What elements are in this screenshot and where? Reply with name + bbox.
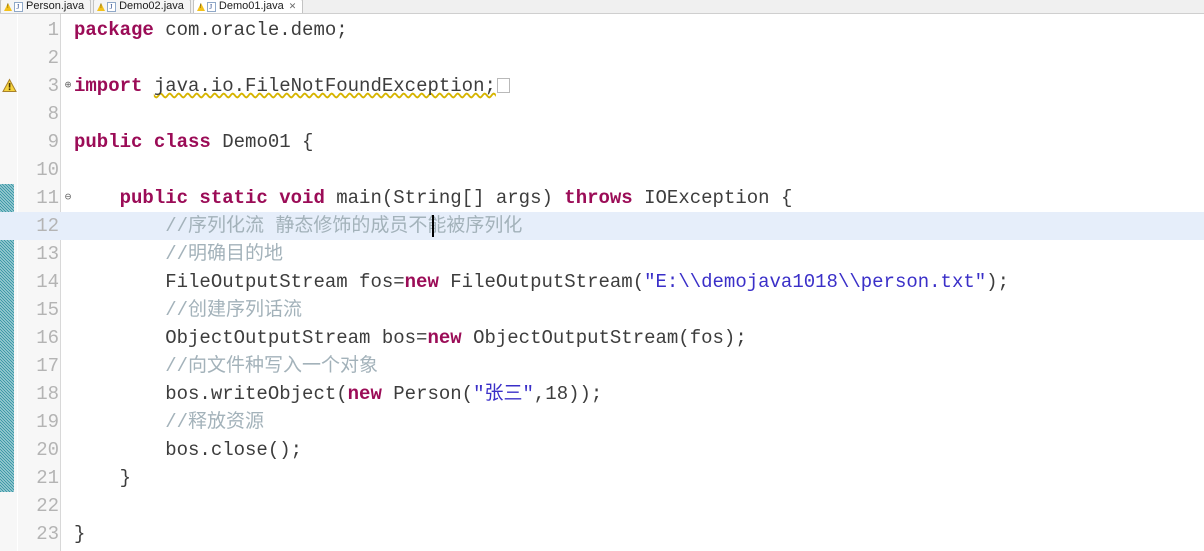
code-token-cmt: //序列化流 静态修饰的成员不能被序列化 — [74, 215, 523, 237]
code-line-text[interactable]: bos.writeObject(new Person("张三",18)); — [74, 380, 602, 408]
code-line-text[interactable]: public static void main(String[] args) t… — [74, 184, 793, 212]
line-number: 22 — [36, 495, 59, 517]
line-number: 14 — [36, 271, 59, 293]
warning-marker-icon[interactable] — [2, 78, 17, 93]
tab-icon-group — [196, 1, 216, 12]
code-line-row[interactable] — [0, 464, 1204, 492]
code-line-text[interactable]: //创建序列话流 — [74, 296, 302, 324]
code-line-row[interactable] — [0, 44, 1204, 72]
code-token-plain: ,18)); — [533, 383, 603, 405]
code-token-plain: bos.writeObject( — [74, 383, 348, 405]
fold-toggle-icon[interactable]: ⊖ — [62, 193, 74, 205]
warning-icon — [196, 2, 206, 11]
tab-label: Person.java — [26, 0, 85, 12]
code-line-text[interactable]: } — [74, 520, 85, 548]
code-line-text[interactable]: //释放资源 — [74, 408, 264, 436]
line-number: 17 — [36, 355, 59, 377]
editor-tab-demo01-java[interactable]: Demo01.java ✕ — [192, 0, 304, 13]
code-line-text[interactable]: //向文件种写入一个对象 — [74, 352, 378, 380]
code-token-kw: public static void — [119, 187, 337, 209]
warning-icon — [97, 2, 106, 11]
line-number: 13 — [36, 243, 59, 265]
code-line-text[interactable]: FileOutputStream fos=new FileOutputStrea… — [74, 268, 1009, 296]
code-token-kw: throws — [564, 187, 645, 209]
tab-icon-group — [97, 1, 117, 12]
code-token-plain: ObjectOutputStream bos= — [74, 327, 428, 349]
code-token-cmt: //创建序列话流 — [74, 299, 303, 321]
line-number: 11 — [36, 187, 59, 209]
code-token-kw: new — [404, 271, 451, 293]
fold-toggle-icon[interactable]: ⊕ — [62, 81, 74, 93]
java-file-icon — [107, 1, 117, 12]
code-token-plain: com.oracle.demo; — [165, 19, 348, 41]
line-number: 9 — [47, 131, 59, 153]
code-line-row[interactable] — [0, 156, 1204, 184]
code-token-plain: Demo01 { — [222, 131, 314, 153]
code-token-kw: import — [74, 75, 154, 97]
code-editor[interactable]: 1 package com.oracle.demo; 2 3 ⊕ import java.… — [0, 14, 1204, 551]
code-line-text[interactable]: ObjectOutputStream bos=new ObjectOutputS… — [74, 324, 747, 352]
code-token-cmt: //明确目的地 — [74, 243, 284, 265]
code-line-text[interactable]: public class Demo01 { — [74, 128, 313, 156]
code-token-plain: ObjectOutputStream(fos); — [473, 327, 747, 349]
code-token-str: "张三" — [473, 383, 534, 405]
line-number: 18 — [36, 383, 59, 405]
code-token-plain: main(String[] args) — [336, 187, 565, 209]
code-token-plain: bos.close(); — [74, 439, 303, 461]
line-number: 2 — [47, 47, 59, 69]
code-token-kw: new — [347, 383, 394, 405]
code-token-plain: ); — [986, 271, 1009, 293]
editor-tab-person-java[interactable]: Person.java — [0, 0, 92, 13]
warning-icon — [4, 2, 13, 11]
java-file-icon — [14, 1, 23, 12]
code-token-plain: IOException { — [644, 187, 793, 209]
code-line-text[interactable]: package com.oracle.demo; — [74, 16, 348, 44]
code-token-plain: FileOutputStream( — [450, 271, 645, 293]
line-number: 10 — [36, 159, 59, 181]
code-line-text[interactable]: bos.close(); — [74, 436, 302, 464]
code-token-plain: } — [74, 467, 132, 489]
tab-icon-group — [4, 1, 23, 12]
tab-label: Demo01.java — [218, 0, 284, 12]
editor-tab-bar: Person.java Demo02.java Demo01.java ✕ — [0, 0, 1204, 14]
code-token-plain: FileOutputStream fos= — [74, 271, 405, 293]
text-caret — [432, 215, 434, 237]
code-line-row[interactable] — [0, 492, 1204, 520]
code-token-str: "E:\\demojava1018\\person.txt" — [644, 271, 987, 293]
line-number: 19 — [36, 411, 59, 433]
line-number: 12 — [36, 215, 59, 237]
line-number: 1 — [47, 19, 59, 41]
code-token-plain: java.io.FileNotFoundException; — [153, 75, 496, 97]
line-number: 20 — [36, 439, 59, 461]
line-number: 15 — [36, 299, 59, 321]
line-number: 8 — [47, 103, 59, 125]
code-token-cmt: //释放资源 — [74, 411, 265, 433]
line-number: 21 — [36, 467, 59, 489]
line-number: 23 — [36, 523, 59, 545]
line-number: 16 — [36, 327, 59, 349]
code-token-kw: package — [74, 19, 166, 41]
quick-fix-box-icon[interactable] — [496, 78, 510, 93]
code-line-text[interactable]: import java.io.FileNotFoundException; — [74, 72, 510, 100]
java-file-icon — [206, 1, 216, 12]
code-line-row[interactable] — [0, 100, 1204, 128]
code-line-text[interactable]: //明确目的地 — [74, 240, 283, 268]
code-token-kw: new — [427, 327, 474, 349]
tab-label: Demo02.java — [119, 0, 184, 12]
code-token-plain: Person( — [393, 383, 474, 405]
code-line-text[interactable]: //序列化流 静态修饰的成员不能被序列化 — [74, 212, 522, 240]
line-number: 3 — [47, 75, 59, 97]
code-line-row[interactable] — [0, 520, 1204, 548]
code-token-plain: } — [74, 523, 86, 545]
close-icon[interactable]: ✕ — [289, 0, 297, 13]
code-token-kw: public class — [74, 131, 223, 153]
code-token-cmt: //向文件种写入一个对象 — [74, 355, 379, 377]
editor-tab-demo02-java[interactable]: Demo02.java — [93, 0, 191, 13]
code-line-text[interactable]: } — [74, 464, 131, 492]
